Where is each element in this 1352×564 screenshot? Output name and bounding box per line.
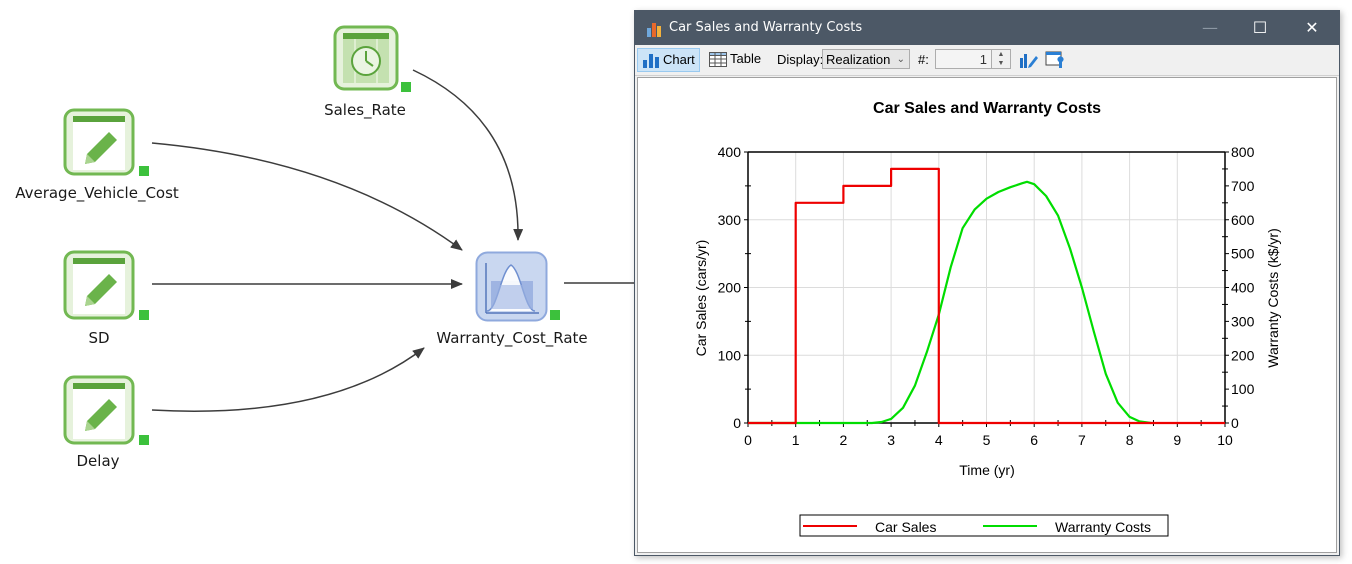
data-pencil-icon bbox=[63, 375, 149, 445]
grid-lines bbox=[748, 152, 1225, 423]
minimize-button[interactable]: — bbox=[1187, 11, 1233, 45]
window-titlebar[interactable]: Car Sales and Warranty Costs — ☐ ✕ bbox=[635, 11, 1339, 45]
y2-tick-label: 500 bbox=[1231, 246, 1255, 262]
chart-toolbar: Chart Table Display: Realization ⌄ #: 1 … bbox=[635, 45, 1339, 76]
node-average-vehicle-cost[interactable] bbox=[63, 108, 153, 178]
y-tick-label: 400 bbox=[718, 144, 742, 160]
y2-axis-label: Warranty Costs (k$/yr) bbox=[1265, 228, 1281, 368]
y-tick-label: 100 bbox=[718, 347, 742, 363]
y-tick-label: 300 bbox=[718, 212, 742, 228]
line-chart: Car Sales and Warranty Costs 0 1 2 3 4 5 6 7 8 9 1… bbox=[693, 100, 1281, 537]
table-grid-icon bbox=[709, 52, 727, 67]
node-warranty-cost-rate[interactable] bbox=[475, 251, 565, 323]
y2-tick-label: 200 bbox=[1231, 347, 1255, 363]
series-line-warranty-costs bbox=[748, 180, 1152, 425]
spin-down-icon[interactable]: ▼ bbox=[992, 59, 1010, 68]
legend-label-warranty-costs: Warranty Costs bbox=[1055, 519, 1151, 535]
distribution-icon bbox=[475, 251, 560, 322]
y2-tick-label: 100 bbox=[1231, 381, 1255, 397]
spin-up-icon[interactable]: ▲ bbox=[992, 50, 1010, 59]
node-delay[interactable] bbox=[63, 375, 153, 447]
y2-tick-label: 0 bbox=[1231, 415, 1239, 431]
x-axis-label: Time (yr) bbox=[959, 462, 1014, 478]
realization-number-input[interactable]: 1 bbox=[935, 49, 992, 69]
chart-view-button[interactable]: Chart bbox=[637, 48, 700, 72]
node-label-sales-rate: Sales_Rate bbox=[324, 101, 406, 119]
arrow-delay-to-warranty bbox=[151, 347, 425, 412]
x-tick-label: 6 bbox=[1030, 432, 1038, 448]
x-tick-label: 4 bbox=[935, 432, 943, 448]
y2-tick-label: 800 bbox=[1231, 144, 1255, 160]
chart-window: Car Sales and Warranty Costs — ☐ ✕ Chart… bbox=[634, 10, 1340, 556]
display-mode-value: Realization bbox=[826, 52, 891, 67]
node-sd[interactable] bbox=[63, 250, 153, 322]
data-pencil-icon bbox=[63, 108, 149, 176]
x-tick-label: 9 bbox=[1173, 432, 1181, 448]
y2-tick-label: 700 bbox=[1231, 178, 1255, 194]
close-button[interactable]: ✕ bbox=[1289, 11, 1335, 45]
bar-chart-app-icon bbox=[647, 23, 661, 37]
x-tick-label: 10 bbox=[1217, 432, 1233, 448]
timeseries-clock-icon bbox=[333, 25, 411, 92]
display-label: Display: bbox=[777, 52, 824, 67]
chart-panel: Car Sales and Warranty Costs 0 1 2 3 4 5 6 7 8 9 1… bbox=[637, 77, 1337, 553]
display-mode-select[interactable]: Realization ⌄ bbox=[822, 49, 910, 69]
chevron-down-icon: ⌄ bbox=[896, 54, 905, 65]
node-label-warranty-cost-rate: Warranty_Cost_Rate bbox=[436, 329, 588, 347]
bar-chart-icon bbox=[643, 54, 659, 68]
y-tick-label: 200 bbox=[718, 280, 742, 296]
x-tick-label: 8 bbox=[1126, 432, 1134, 448]
realization-spinner[interactable]: ▲ ▼ bbox=[991, 49, 1011, 69]
chart-properties-icon[interactable] bbox=[1045, 50, 1065, 70]
x-tick-label: 0 bbox=[744, 432, 752, 448]
node-label-sd: SD bbox=[88, 329, 110, 347]
x-tick-label: 1 bbox=[792, 432, 800, 448]
chart-view-label: Chart bbox=[663, 52, 695, 67]
edit-chart-style-icon[interactable] bbox=[1019, 51, 1039, 69]
y2-tick-label: 600 bbox=[1231, 212, 1255, 228]
x-tick-label: 5 bbox=[983, 432, 991, 448]
node-label-delay: Delay bbox=[76, 452, 120, 470]
arrow-avg-cost-to-warranty bbox=[151, 142, 463, 251]
maximize-button[interactable]: ☐ bbox=[1237, 11, 1283, 45]
x-tick-label: 2 bbox=[840, 432, 848, 448]
legend-label-car-sales: Car Sales bbox=[875, 519, 936, 535]
table-view-button[interactable]: Table bbox=[705, 48, 765, 70]
data-pencil-icon bbox=[63, 250, 149, 320]
node-sales-rate[interactable] bbox=[333, 25, 413, 95]
node-label-average-vehicle-cost: Average_Vehicle_Cost bbox=[15, 184, 179, 202]
arrow-sales-rate-to-warranty bbox=[412, 69, 524, 241]
table-view-label: Table bbox=[730, 51, 762, 66]
y-tick-label: 0 bbox=[733, 415, 741, 431]
chart-title: Car Sales and Warranty Costs bbox=[873, 100, 1101, 117]
y-axis-label: Car Sales (cars/yr) bbox=[693, 240, 709, 357]
x-tick-label: 7 bbox=[1078, 432, 1086, 448]
y2-tick-label: 300 bbox=[1231, 313, 1255, 329]
legend: Car Sales Warranty Costs bbox=[799, 514, 1169, 537]
x-tick-label: 3 bbox=[887, 432, 895, 448]
y2-tick-label: 400 bbox=[1231, 280, 1255, 296]
window-title: Car Sales and Warranty Costs bbox=[669, 20, 863, 35]
realization-number-label: #: bbox=[918, 52, 929, 67]
